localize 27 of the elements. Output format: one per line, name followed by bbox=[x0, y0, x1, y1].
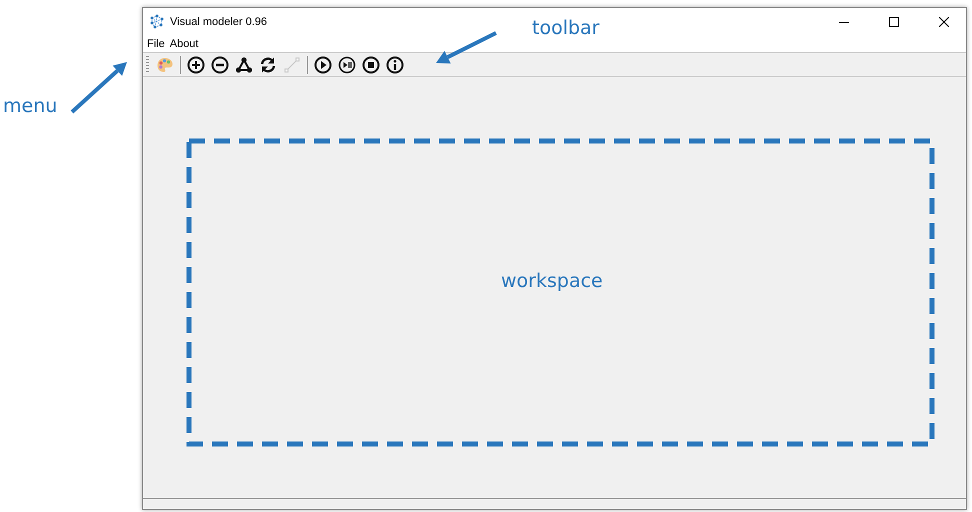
zoom-out-button[interactable] bbox=[209, 54, 231, 76]
graph-icon bbox=[235, 56, 253, 74]
info-button[interactable] bbox=[384, 54, 406, 76]
refresh-icon bbox=[259, 56, 277, 74]
menu-item[interactable]: File bbox=[145, 38, 167, 50]
zoom-in-icon bbox=[187, 56, 205, 74]
menu-item[interactable]: About bbox=[168, 38, 200, 50]
stop-button[interactable] bbox=[360, 54, 382, 76]
annotation-label: workspace bbox=[501, 270, 603, 292]
step-icon bbox=[338, 56, 356, 74]
play-icon bbox=[314, 56, 332, 74]
network-icon bbox=[149, 14, 165, 30]
annotation-label: toolbar bbox=[532, 17, 600, 39]
connector-icon bbox=[283, 56, 301, 74]
zoom-in-button[interactable] bbox=[185, 54, 207, 76]
info-icon bbox=[386, 56, 404, 74]
annotation-label: menu bbox=[3, 95, 58, 117]
play-button[interactable] bbox=[312, 54, 334, 76]
close-icon bbox=[938, 16, 948, 26]
zoom-out-icon bbox=[211, 56, 229, 74]
window-title: Visual modeler 0.96 bbox=[170, 16, 268, 28]
arrow bbox=[436, 31, 497, 64]
maximize-icon bbox=[888, 16, 898, 26]
arrow bbox=[70, 62, 127, 114]
palette-icon bbox=[156, 56, 174, 74]
step-button[interactable] bbox=[336, 54, 358, 76]
stop-icon bbox=[362, 56, 380, 74]
